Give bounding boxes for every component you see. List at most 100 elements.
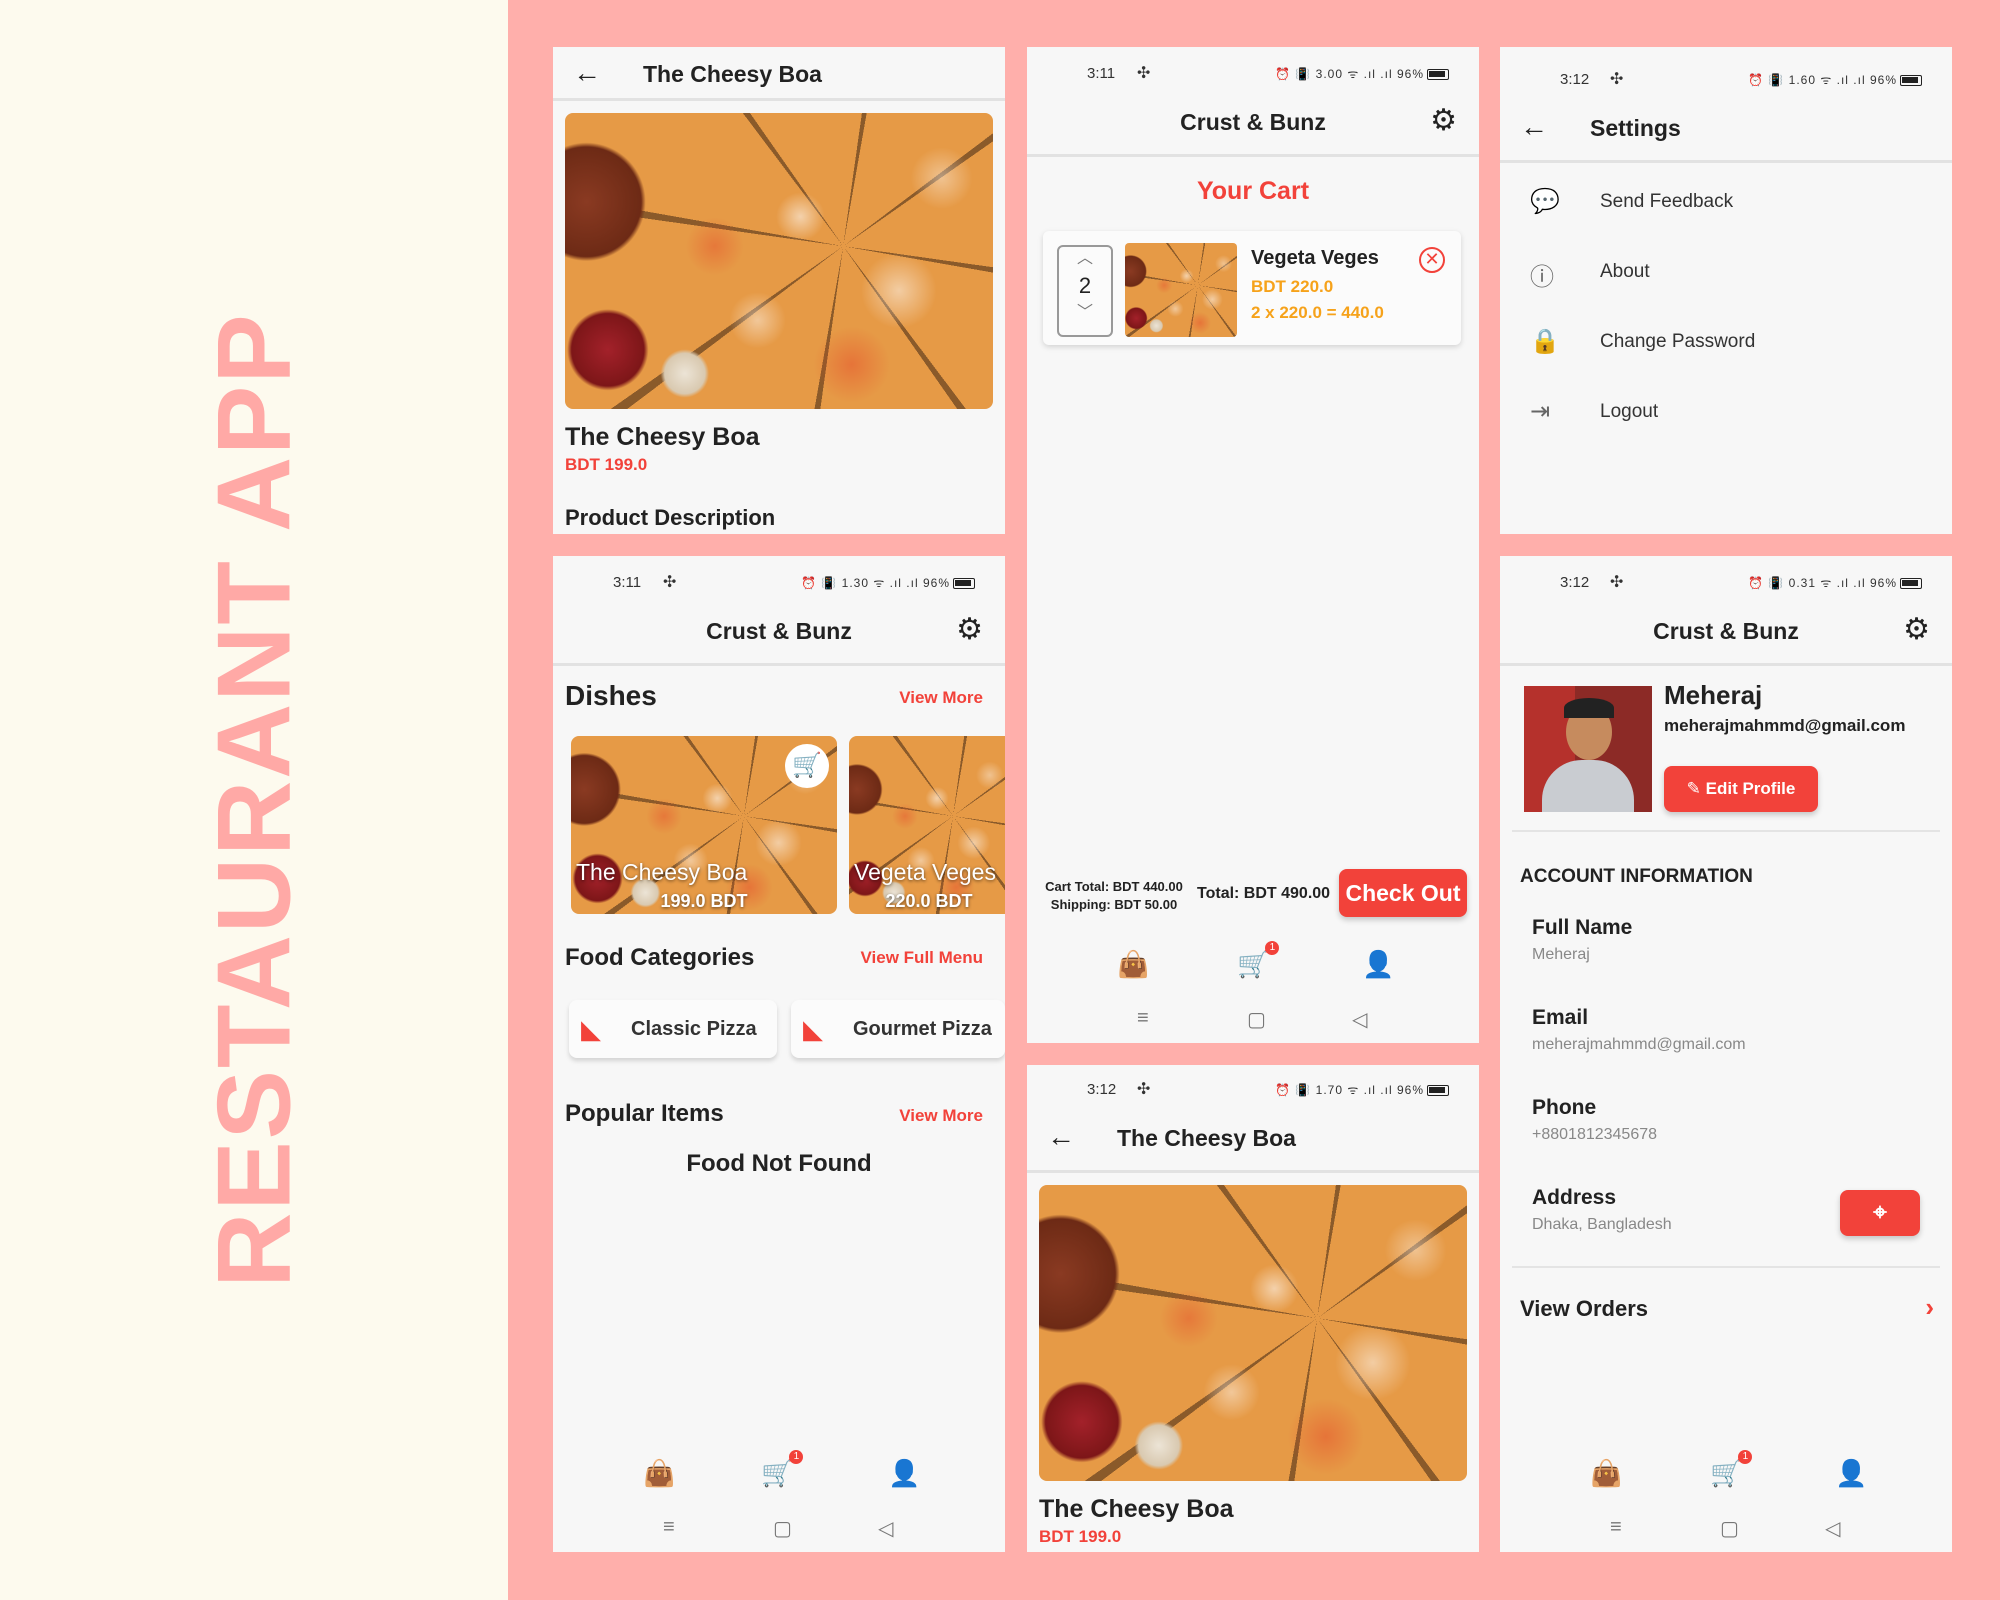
profile-email: meherajmahmmd@gmail.com bbox=[1664, 716, 1906, 735]
product-image bbox=[1039, 1185, 1467, 1481]
cart-icon[interactable]: 🛒 1 bbox=[1710, 1450, 1753, 1489]
back-triangle-icon[interactable]: ◁ bbox=[1825, 1516, 1840, 1541]
status-icons: ⏰ 📳 1.70 ᯤ .ıl .ıl 96% bbox=[1275, 1081, 1449, 1098]
settings-item-label: About bbox=[1600, 261, 1650, 282]
full-menu-link[interactable]: View Full Menu bbox=[861, 948, 983, 968]
chevron-up-icon[interactable]: ︿ bbox=[1059, 247, 1111, 271]
fan-icon: ✣ bbox=[1610, 574, 1624, 591]
settings-item-logout[interactable]: ⇥ Logout bbox=[1500, 377, 1952, 447]
checkout-button[interactable]: Check Out bbox=[1339, 869, 1467, 917]
app-bar: Crust & Bunz ⚙ bbox=[553, 596, 1005, 666]
pizza-slice-icon: ◣ bbox=[581, 1014, 601, 1044]
fan-icon: ✣ bbox=[1610, 71, 1624, 88]
status-bar: 3:12 ✣ ⏰ 📳 1.60 ᯤ .ıl .ıl 96% bbox=[1500, 65, 1952, 95]
dishes-view-more-link[interactable]: View More bbox=[899, 688, 983, 708]
quantity-value: 2 bbox=[1078, 273, 1092, 298]
category-chip[interactable]: ◣ Classic Pizza bbox=[569, 1000, 777, 1058]
dish-card[interactable]: 🛒 The Cheesy Boa 199.0 BDT bbox=[571, 736, 837, 914]
shopping-bag-icon[interactable]: 👜 bbox=[1590, 1458, 1622, 1489]
bottom-nav: 👜 🛒 1 👤 bbox=[553, 1450, 1005, 1498]
view-orders-row[interactable]: View Orders › bbox=[1500, 1286, 1952, 1336]
cart-badge: 1 bbox=[1738, 1450, 1753, 1464]
category-chip[interactable]: ◣ Gourmet Pizza bbox=[791, 1000, 1005, 1058]
add-to-cart-icon[interactable]: 🛒 bbox=[785, 744, 829, 788]
cart-total: Cart Total: BDT 440.00 bbox=[1045, 879, 1183, 894]
title-panel: RESTAURANT APP bbox=[0, 0, 508, 1600]
back-triangle-icon[interactable]: ◁ bbox=[1352, 1007, 1367, 1032]
screen-profile: 3:12 ✣ ⏰ 📳 0.31 ᯤ .ıl .ıl 96% Crust & Bu… bbox=[1500, 556, 1952, 1552]
back-triangle-icon[interactable]: ◁ bbox=[878, 1516, 893, 1541]
bottom-nav: 👜 🛒 1 👤 bbox=[1500, 1450, 1952, 1498]
cart-icon[interactable]: 🛒 1 bbox=[1237, 941, 1280, 980]
dish-name: The Cheesy Boa bbox=[576, 859, 748, 885]
categories-title: Food Categories bbox=[565, 944, 755, 971]
screen-home: 3:11 ✣ ⏰ 📳 1.30 ᯤ .ıl .ıl 96% Crust & Bu… bbox=[553, 556, 1005, 1552]
status-icons: ⏰ 📳 1.30 ᯤ .ıl .ıl 96% bbox=[801, 574, 975, 591]
info-email: Email meherajmahmmd@gmail.com bbox=[1532, 1006, 1746, 1054]
arrow-left-icon[interactable]: ← bbox=[1520, 109, 1548, 145]
field-value: +8801812345678 bbox=[1532, 1126, 1658, 1143]
arrow-left-icon[interactable]: ← bbox=[1047, 1119, 1075, 1155]
bottom-nav: 👜 🛒 1 👤 bbox=[1027, 941, 1479, 989]
screen-settings: 3:12 ✣ ⏰ 📳 1.60 ᯤ .ıl .ıl 96% ← Settings… bbox=[1500, 47, 1952, 534]
settings-item-label: Logout bbox=[1600, 401, 1659, 422]
app-bar: ← The Cheesy Boa bbox=[1027, 1103, 1479, 1173]
status-bar: 3:12 ✣ ⏰ 📳 1.70 ᯤ .ıl .ıl 96% bbox=[1027, 1075, 1479, 1105]
page-title: Settings bbox=[1590, 115, 1681, 141]
person-icon[interactable]: 👤 bbox=[1362, 949, 1394, 980]
status-time: 3:12 bbox=[1560, 574, 1590, 591]
arrow-left-icon[interactable]: ← bbox=[573, 55, 601, 91]
divider bbox=[1512, 830, 1940, 832]
remove-icon[interactable]: ✕ bbox=[1419, 247, 1445, 273]
cart-badge: 1 bbox=[789, 1450, 804, 1464]
dish-price: 220.0 BDT bbox=[885, 891, 973, 911]
edit-profile-label: Edit Profile bbox=[1705, 779, 1796, 798]
quantity-stepper[interactable]: ︿ 2 ﹀ bbox=[1057, 245, 1113, 337]
edit-profile-button[interactable]: ✎ Edit Profile bbox=[1664, 766, 1818, 812]
popular-title: Popular Items bbox=[565, 1100, 724, 1127]
item-subtotal: 2 x 220.0 = 440.0 bbox=[1251, 303, 1384, 322]
pencil-icon: ✎ bbox=[1686, 779, 1701, 798]
feedback-icon: 💬 bbox=[1530, 188, 1560, 215]
app-title: Crust & Bunz bbox=[1180, 109, 1326, 135]
description-heading: Product Description bbox=[565, 505, 776, 530]
menu-icon[interactable]: ≡ bbox=[663, 1516, 675, 1539]
status-time: 3:12 bbox=[1087, 1081, 1117, 1098]
shopping-bag-icon[interactable]: 👜 bbox=[643, 1458, 675, 1489]
gear-icon[interactable]: ⚙ bbox=[956, 612, 983, 648]
settings-item-change-password[interactable]: 🔒 Change Password bbox=[1500, 307, 1952, 377]
gear-icon[interactable]: ⚙ bbox=[1903, 612, 1930, 648]
menu-icon[interactable]: ≡ bbox=[1610, 1516, 1622, 1539]
app-title: Crust & Bunz bbox=[706, 618, 852, 644]
app-title: Crust & Bunz bbox=[1653, 618, 1799, 644]
screen-detail-top: ← The Cheesy Boa The Cheesy Boa BDT 199.… bbox=[553, 47, 1005, 534]
popular-view-more-link[interactable]: View More bbox=[899, 1106, 983, 1126]
pizza-slice-icon: ◣ bbox=[803, 1014, 823, 1044]
menu-icon[interactable]: ≡ bbox=[1137, 1007, 1149, 1030]
home-icon[interactable]: ▢ bbox=[1247, 1007, 1266, 1032]
home-icon[interactable]: ▢ bbox=[773, 1516, 792, 1541]
person-icon[interactable]: 👤 bbox=[1835, 1458, 1867, 1489]
gear-icon[interactable]: ⚙ bbox=[1430, 103, 1457, 139]
settings-item-label: Change Password bbox=[1600, 331, 1756, 352]
home-icon[interactable]: ▢ bbox=[1720, 1516, 1739, 1541]
dish-card[interactable]: Vegeta Veges 220.0 BDT bbox=[849, 736, 1005, 914]
cart-icon[interactable]: 🛒 1 bbox=[761, 1450, 804, 1489]
field-value: meherajmahmmd@gmail.com bbox=[1532, 1036, 1746, 1053]
status-icons: ⏰ 📳 3.00 ᯤ .ıl .ıl 96% bbox=[1275, 65, 1449, 82]
side-title: RESTAURANT APP bbox=[196, 312, 313, 1288]
status-bar: 3:12 ✣ ⏰ 📳 0.31 ᯤ .ıl .ıl 96% bbox=[1500, 568, 1952, 598]
item-name: Vegeta Veges bbox=[1251, 247, 1379, 269]
dish-price: 199.0 BDT bbox=[660, 891, 748, 911]
chevron-down-icon[interactable]: ﹀ bbox=[1059, 301, 1111, 325]
settings-item-feedback[interactable]: 💬 Send Feedback bbox=[1500, 167, 1952, 237]
person-icon[interactable]: 👤 bbox=[888, 1458, 920, 1489]
settings-item-about[interactable]: ⓘ About bbox=[1500, 237, 1952, 307]
field-label: Address bbox=[1532, 1186, 1617, 1209]
shopping-bag-icon[interactable]: 👜 bbox=[1117, 949, 1149, 980]
status-time: 3:12 bbox=[1560, 71, 1590, 88]
location-button[interactable]: ⌖ bbox=[1840, 1190, 1920, 1236]
screen-detail-bottom: 3:12 ✣ ⏰ 📳 1.70 ᯤ .ıl .ıl 96% ← The Chee… bbox=[1027, 1065, 1479, 1552]
fan-icon: ✣ bbox=[1137, 65, 1151, 82]
system-nav: ≡ ▢ ◁ bbox=[553, 1516, 1005, 1546]
